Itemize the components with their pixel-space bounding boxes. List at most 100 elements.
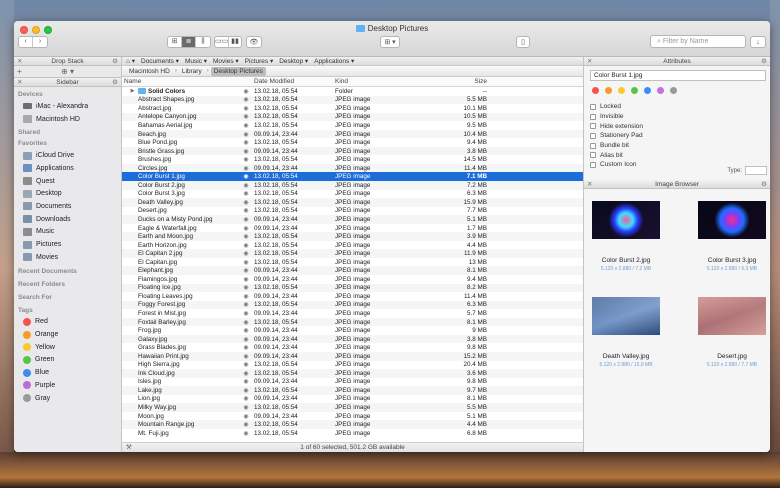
filter-by-name-input[interactable]: ⌕ Filter by Name (650, 35, 746, 48)
type-field[interactable] (745, 165, 767, 175)
info-icon[interactable]: ◉ (241, 207, 251, 214)
table-row[interactable]: Circles.jpg ◉ 09.09.14, 23:44 JPEG image 11.… (122, 163, 583, 173)
disclosure-triangle-icon[interactable]: ▶ (129, 88, 136, 94)
sidebar-tag-green[interactable]: Green (14, 354, 121, 367)
info-icon[interactable]: ◉ (241, 370, 251, 377)
path-menu-item[interactable]: Movies ▾ (213, 57, 239, 65)
checkbox-locked[interactable]: Locked (590, 102, 770, 112)
info-icon[interactable]: ◉ (241, 301, 251, 308)
table-row[interactable]: Floating Ice.jpg ◉ 13.02.18, 05:54 JPEG ima… (122, 283, 583, 293)
info-icon[interactable]: ◉ (241, 293, 251, 300)
info-icon[interactable]: ◉ (241, 378, 251, 385)
sidebar-item-downloads[interactable]: Downloads (14, 213, 121, 226)
path-menu-item[interactable]: Music ▾ (185, 57, 207, 65)
info-icon[interactable]: ◉ (241, 233, 251, 240)
plus-icon[interactable]: + (17, 66, 22, 78)
table-row[interactable]: Milky Way.jpg ◉ 13.02.18, 05:54 JPEG image 5… (122, 403, 583, 412)
table-row[interactable]: Foggy Forest.jpg ◉ 13.02.18, 05:54 JPEG ima… (122, 300, 583, 310)
info-icon[interactable]: ◉ (241, 182, 251, 189)
table-row[interactable]: Color Burst 1.jpg ◉ 13.02.18, 05:54 JPEG im… (122, 172, 583, 182)
path-menu-item[interactable]: ⌂ ▾ (126, 57, 135, 65)
gear-icon[interactable]: ⚙ (761, 180, 767, 189)
label-color-swatch[interactable] (644, 87, 651, 94)
info-icon[interactable]: ◉ (241, 310, 251, 317)
checkbox-invisible[interactable]: Invisible (590, 112, 770, 122)
sidebar-tag-gray[interactable]: Gray (14, 392, 121, 405)
sidebar-item-music[interactable]: Music (14, 226, 121, 239)
coverflow-view-button[interactable]: ▭▭ (215, 37, 229, 47)
info-icon[interactable]: ◉ (241, 139, 251, 146)
checkbox-custom-icon[interactable]: Custom Icon (590, 160, 770, 170)
sidebar-item-applications[interactable]: Applications (14, 162, 121, 175)
info-icon[interactable]: ◉ (241, 156, 251, 163)
label-color-swatch[interactable] (618, 87, 625, 94)
name-column-header[interactable]: Name (122, 78, 241, 85)
table-row[interactable]: Foxtail Barley.jpg ◉ 13.02.18, 05:54 JPEG i… (122, 317, 583, 327)
info-icon[interactable]: ◉ (241, 250, 251, 257)
size-column-header[interactable]: Size (429, 78, 489, 85)
table-row[interactable]: Forest in Mist.jpg ◉ 09.09.14, 23:44 JPEG i… (122, 309, 583, 318)
sidebar-item-macintosh-hd[interactable]: Macintosh HD (14, 113, 121, 126)
list-view-button[interactable]: ≣ (182, 37, 196, 47)
wrench-icon[interactable]: ⚒ (126, 443, 132, 452)
info-icon[interactable]: ◉ (241, 242, 251, 249)
info-icon[interactable]: ◉ (241, 113, 251, 120)
sidebar-item-imac[interactable]: iMac - Alexandra (14, 100, 121, 113)
info-icon[interactable]: ◉ (241, 413, 251, 420)
sidebar-tag-orange[interactable]: Orange (14, 328, 121, 341)
table-row[interactable]: Lake.jpg ◉ 13.02.18, 05:54 JPEG image 9.7 MB (122, 386, 583, 395)
new-document-button[interactable]: ▯ (516, 36, 530, 48)
info-icon[interactable]: ◉ (241, 96, 251, 103)
table-row[interactable]: Ducks on a Misty Pond.jpg ◉ 09.09.14, 23:4… (122, 215, 583, 224)
info-icon[interactable]: ◉ (241, 421, 251, 428)
info-icon[interactable]: ◉ (241, 284, 251, 291)
sidebar-tag-purple[interactable]: Purple (14, 379, 121, 392)
table-row[interactable]: Grass Blades.jpg ◉ 09.09.14, 23:44 JPEG ima… (122, 343, 583, 352)
group-by-button[interactable]: ⊞ ▾ (380, 36, 400, 48)
close-icon[interactable]: ✕ (587, 180, 592, 189)
checkbox-bundle-bit[interactable]: Bundle bit (590, 141, 770, 151)
info-icon[interactable]: ◉ (241, 173, 251, 180)
table-row[interactable]: Flamingos.jpg ◉ 09.09.14, 23:44 JPEG image 9… (122, 275, 583, 284)
table-row[interactable]: Color Burst 3.jpg ◉ 13.02.18, 05:54 JPEG im… (122, 190, 583, 199)
path-menu-item[interactable]: Documents ▾ (141, 57, 179, 65)
info-icon[interactable]: ◉ (241, 199, 251, 206)
table-row[interactable]: Lion.jpg ◉ 09.09.14, 23:44 JPEG image 8.1 MB (122, 395, 583, 404)
checkbox-alias-bit[interactable]: Alias bit (590, 150, 770, 160)
recent-folders-label[interactable]: Recent Folders (18, 281, 121, 288)
table-row[interactable]: Isles.jpg ◉ 09.09.14, 23:44 JPEG image 9.8 M… (122, 378, 583, 387)
path-menu-item[interactable]: Applications ▾ (314, 57, 354, 65)
table-row[interactable]: Bristle Grass.jpg ◉ 09.09.14, 23:44 JPEG im… (122, 146, 583, 156)
table-row[interactable]: Mountain Range.jpg ◉ 13.02.18, 05:54 JPEG i… (122, 420, 583, 429)
back-button[interactable]: ‹ (19, 37, 34, 47)
info-icon[interactable]: ◉ (241, 430, 251, 437)
info-icon[interactable]: ◉ (241, 165, 251, 172)
table-row[interactable]: Brushes.jpg ◉ 13.02.18, 05:54 JPEG image 14.… (122, 155, 583, 164)
path-menu-item[interactable]: Desktop ▾ (279, 57, 308, 65)
table-row[interactable]: Moon.jpg ◉ 09.09.14, 23:44 JPEG image 5.1 MB (122, 412, 583, 421)
sidebar-tag-yellow[interactable]: Yellow (14, 341, 121, 354)
table-row[interactable]: Floating Leaves.jpg ◉ 09.09.14, 23:44 JPEG … (122, 292, 583, 301)
table-row[interactable]: High Sierra.jpg ◉ 13.02.18, 05:54 JPEG imag… (122, 361, 583, 370)
table-row[interactable]: Ink Cloud.jpg ◉ 13.02.18, 05:54 JPEG image 3… (122, 369, 583, 378)
table-row[interactable]: El Capitan 2.jpg ◉ 13.02.18, 05:54 JPEG ima… (122, 249, 583, 258)
table-row[interactable]: Mt. Fuji.jpg ◉ 13.02.18, 05:54 JPEG image 6.… (122, 429, 583, 438)
gear-icon[interactable]: ⚙ (112, 57, 118, 66)
breadcrumb-item-current[interactable]: Desktop Pictures (210, 66, 266, 76)
table-row[interactable]: Abstract Shapes.jpg ◉ 13.02.18, 05:54 JPEG … (122, 95, 583, 105)
info-icon[interactable]: ◉ (241, 361, 251, 368)
sidebar-item-icloud-drive[interactable]: iCloud Drive (14, 149, 121, 162)
image-thumbnail[interactable] (698, 200, 766, 239)
close-icon[interactable]: ✕ (17, 78, 22, 87)
image-thumbnail[interactable] (592, 200, 660, 239)
checkbox-box[interactable] (590, 161, 596, 168)
info-icon[interactable]: ◉ (241, 404, 251, 411)
table-row[interactable]: Abstract.jpg ◉ 13.02.18, 05:54 JPEG image 10… (122, 104, 583, 113)
icon-view-button[interactable]: ⊞ (168, 37, 182, 47)
info-icon[interactable]: ◉ (241, 327, 251, 334)
table-row[interactable]: Eagle & Waterfall.jpg ◉ 09.09.14, 23:44 JPE… (122, 224, 583, 233)
table-row[interactable]: Hawaiian Print.jpg ◉ 09.09.14, 23:44 JPEG i… (122, 351, 583, 361)
quicklook-button[interactable]: 👁 (246, 36, 262, 48)
info-icon[interactable]: ◉ (241, 122, 251, 129)
checkbox-box[interactable] (590, 132, 596, 139)
